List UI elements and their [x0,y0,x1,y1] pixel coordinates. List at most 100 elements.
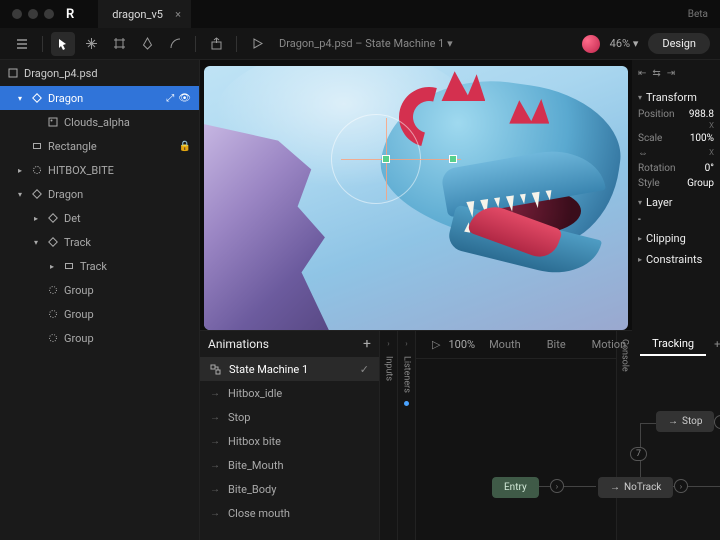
visibility-icon[interactable]: 👁 [178,93,191,104]
section-clipping[interactable]: Clipping [638,232,714,245]
artboard-tool[interactable] [107,32,131,56]
menu-button[interactable] [10,32,34,56]
position-x-field[interactable]: 988.8 [689,109,714,120]
chevron-right-icon: › [405,339,407,348]
transition-port[interactable]: › [550,479,564,493]
transform-tool[interactable] [79,32,103,56]
file-header[interactable]: Dragon_p4.psd [0,60,199,86]
hierarchy-label: Group [64,308,94,321]
animation-row[interactable]: →Bite_Mouth [200,453,379,477]
animation-row[interactable]: →Hitbox_idle [200,381,379,405]
image-icon [46,117,60,127]
animation-row[interactable]: →Hitbox bite [200,429,379,453]
node-stop[interactable]: → Stop [656,411,714,432]
caret-icon[interactable]: ▸ [46,262,58,271]
hierarchy-row[interactable]: Group [0,326,199,350]
hierarchy-label: Group [64,332,94,345]
toolbar: Dragon_p4.psd – State Machine 1 ▾ 46% ▾ … [0,28,720,60]
lock-icon[interactable]: 🔒 [179,141,191,152]
label-rotation: Rotation [638,163,676,174]
transform-gizmo[interactable] [331,114,451,204]
transition-weight[interactable]: 7 [630,447,647,461]
play-icon[interactable]: ▷ [426,338,446,351]
animation-label: Stop [228,411,250,424]
caret-icon[interactable]: ▾ [30,238,42,247]
breadcrumb[interactable]: Dragon_p4.psd – State Machine 1 ▾ [279,37,453,50]
align-right-icon[interactable]: ⇥ [667,68,675,79]
inputs-column[interactable]: › Inputs [380,331,398,540]
diamond-icon [30,93,44,103]
add-tab-button[interactable]: + [708,338,720,351]
node-notrack[interactable]: → NoTrack [598,477,673,498]
animation-label: Hitbox bite [228,435,281,448]
layer-value[interactable]: - [638,214,641,225]
document-tab-label: dragon_v5 [112,8,163,21]
caret-icon[interactable]: ▾ [14,94,26,103]
hierarchy-row[interactable]: ▾Dragon⤢👁 [0,86,199,110]
caret-icon[interactable]: ▾ [14,190,26,199]
tab-tracking[interactable]: Tracking [640,333,706,356]
animation-row[interactable]: →Close mouth [200,501,379,525]
animation-label: Bite_Mouth [228,459,284,472]
hierarchy-row[interactable]: Rectangle🔒 [0,134,199,158]
link-axes-icon[interactable]: ⇔ [638,148,648,159]
hierarchy-row[interactable]: ▸Det [0,206,199,230]
playback-percent[interactable]: 100% [448,338,475,351]
caret-icon[interactable]: ▸ [14,166,26,175]
group-icon [46,285,60,295]
hierarchy-row[interactable]: Group [0,278,199,302]
pen-tool[interactable] [135,32,159,56]
animation-row[interactable]: →Bite_Body [200,477,379,501]
animation-row[interactable]: →Stop [200,405,379,429]
transition-port[interactable]: › [674,479,688,493]
align-left-icon[interactable]: ⇤ [638,68,646,79]
console-strip[interactable]: Console [616,331,632,540]
play-button[interactable] [245,32,269,56]
section-layer[interactable]: Layer [638,196,714,209]
style-dropdown[interactable]: Group [687,178,714,189]
hierarchy-label: Group [64,284,94,297]
mode-design-button[interactable]: Design [648,33,710,54]
hierarchy-label: HITBOX_BITE [48,164,114,177]
hierarchy-row[interactable]: ▸ HITBOX_BITE [0,158,199,182]
shape-tool[interactable] [163,32,187,56]
tab-motion[interactable]: Motion [580,334,639,355]
caret-icon[interactable]: ▸ [30,214,42,223]
listeners-column[interactable]: › Listeners [398,331,416,540]
scale-x-field[interactable]: 100% [690,133,714,144]
listener-indicator-icon [404,401,409,406]
section-transform[interactable]: Transform [638,91,714,104]
state-machine-graph[interactable]: ▷ 100% Mouth Bite Motion Tracking + Entr… [416,331,616,540]
section-constraints[interactable]: Constraints [638,253,714,266]
align-center-icon[interactable]: ⇆ [652,68,660,79]
animation-label: Hitbox_idle [228,387,282,400]
hierarchy-row[interactable]: ▾Track [0,230,199,254]
link-icon[interactable]: ⤢ [166,93,174,104]
node-entry[interactable]: Entry [492,477,539,498]
diamond-icon [46,213,60,223]
hierarchy-row[interactable]: ▸Track [0,254,199,278]
zoom-dropdown[interactable]: 46% ▾ [610,37,639,50]
tab-bite[interactable]: Bite [535,334,578,355]
canvas-viewport[interactable] [204,66,628,330]
tab-mouth[interactable]: Mouth [477,334,533,355]
rotation-field[interactable]: 0° [705,163,714,174]
animation-row[interactable]: State Machine 1✓ [200,357,379,381]
star-icon [30,165,44,175]
export-button[interactable] [204,32,228,56]
user-avatar[interactable] [582,35,600,53]
add-animation-button[interactable]: + [363,336,371,352]
animation-label: Close mouth [228,507,290,520]
hierarchy-row[interactable]: Group [0,302,199,326]
window-controls[interactable] [12,9,54,19]
hierarchy-row[interactable]: Clouds_alpha [0,110,199,134]
hierarchy-row[interactable]: ▾ Dragon [0,182,199,206]
rect-icon [62,261,76,271]
close-tab-icon[interactable]: × [175,8,181,21]
select-tool[interactable] [51,32,75,56]
animations-title: Animations [208,337,269,351]
title-bar: R dragon_v5 × Beta [0,0,720,28]
hierarchy-label: Dragon [48,188,83,201]
chevron-right-icon: › [387,339,389,348]
document-tab[interactable]: dragon_v5 × [98,0,191,28]
